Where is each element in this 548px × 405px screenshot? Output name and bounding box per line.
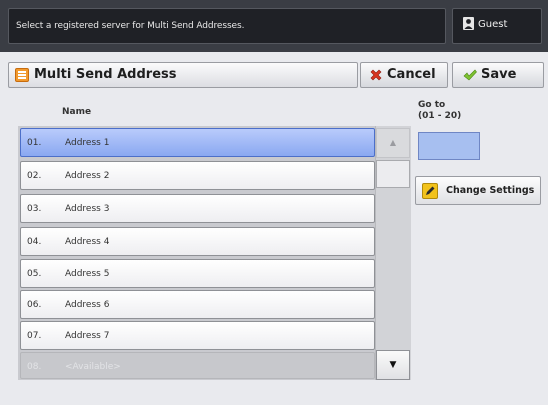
- list-item-number: 01.: [27, 138, 42, 148]
- user-label: Guest: [478, 19, 508, 30]
- list-item[interactable]: 07. Address 7: [20, 321, 375, 350]
- change-settings-label: Change Settings: [446, 185, 535, 196]
- user-icon: [463, 17, 474, 30]
- list-item-number: 08.: [27, 362, 42, 372]
- list-item-label: Address 7: [65, 331, 110, 341]
- close-icon: [370, 69, 382, 81]
- list-item-label: Address 4: [65, 237, 110, 247]
- change-settings-button[interactable]: Change Settings: [415, 176, 541, 205]
- list-item-label: <Available>: [65, 362, 121, 372]
- list-item-label: Address 3: [65, 204, 110, 214]
- arrow-down-icon: ▼: [389, 360, 397, 370]
- list-item-number: 04.: [27, 237, 42, 247]
- name-column-header: Name: [62, 107, 92, 117]
- address-book-icon: [15, 68, 29, 82]
- goto-number-field[interactable]: [418, 132, 480, 160]
- list-item-number: 03.: [27, 204, 42, 214]
- list-item-label: Address 6: [65, 300, 110, 310]
- scrollbar-thumb[interactable]: [376, 160, 410, 188]
- scroll-down-button[interactable]: ▼: [376, 350, 410, 380]
- arrow-up-icon: ▲: [389, 138, 397, 147]
- scroll-up-button[interactable]: ▲: [376, 128, 410, 158]
- list-item-label: Address 1: [65, 138, 110, 148]
- list-item-label: Address 5: [65, 269, 110, 279]
- list-item-number: 05.: [27, 269, 42, 279]
- list-item[interactable]: 04. Address 4: [20, 227, 375, 256]
- checkmark-icon: [463, 69, 477, 81]
- save-label: Save: [481, 67, 517, 82]
- list-item[interactable]: 01. Address 1: [20, 128, 375, 157]
- screen-title-bar: Multi Send Address: [8, 62, 358, 88]
- save-button[interactable]: Save: [452, 62, 544, 88]
- instruction-message: Select a registered server for Multi Sen…: [16, 21, 245, 31]
- message-panel: Select a registered server for Multi Sen…: [8, 8, 446, 44]
- pencil-icon: [422, 183, 438, 199]
- list-item[interactable]: 06. Address 6: [20, 290, 375, 319]
- list-item-label: Address 2: [65, 171, 110, 181]
- list-item-number: 06.: [27, 300, 42, 310]
- list-item-number: 02.: [27, 171, 42, 181]
- cancel-button[interactable]: Cancel: [360, 62, 448, 88]
- list-item-number: 07.: [27, 331, 42, 341]
- list-item[interactable]: 02. Address 2: [20, 161, 375, 190]
- message-bar: Select a registered server for Multi Sen…: [0, 0, 548, 52]
- list-item[interactable]: 03. Address 3: [20, 194, 375, 223]
- user-button[interactable]: Guest: [452, 8, 542, 44]
- page-title: Multi Send Address: [34, 67, 177, 82]
- cancel-label: Cancel: [387, 67, 436, 82]
- list-item[interactable]: 05. Address 5: [20, 259, 375, 288]
- goto-label: Go to (01 - 20): [418, 100, 462, 121]
- list-item-available[interactable]: 08. <Available>: [20, 352, 375, 379]
